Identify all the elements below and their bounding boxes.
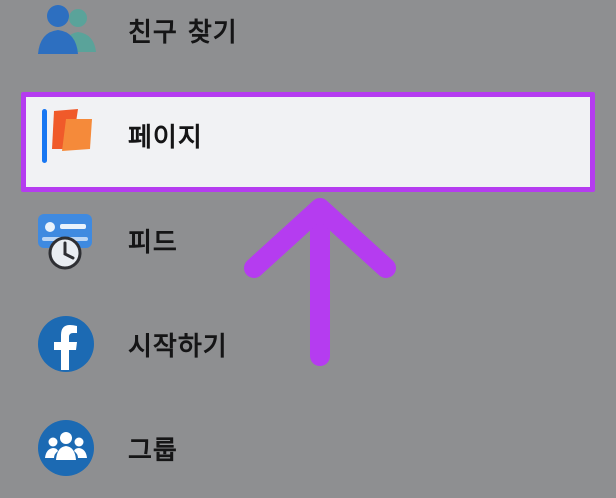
feed-clock-icon [36, 210, 98, 272]
active-indicator [42, 109, 47, 163]
menu-item-label: 페이지 [128, 123, 203, 153]
menu-item-friends[interactable]: 친구 찾기 [0, 0, 616, 74]
menu-item-label: 그룹 [128, 436, 178, 466]
facebook-icon [36, 312, 98, 374]
menu-item-pages[interactable]: 페이지 [0, 97, 616, 177]
up-arrow-icon [240, 196, 400, 370]
flag-icon [48, 105, 110, 167]
menu-item-label: 피드 [128, 228, 178, 258]
groups-icon [36, 416, 98, 478]
menu-item-label: 친구 찾기 [128, 18, 238, 48]
menu-item-label: 시작하기 [128, 332, 228, 362]
friends-icon [36, 0, 98, 62]
menu-item-groups[interactable]: 그룹 [0, 408, 616, 488]
